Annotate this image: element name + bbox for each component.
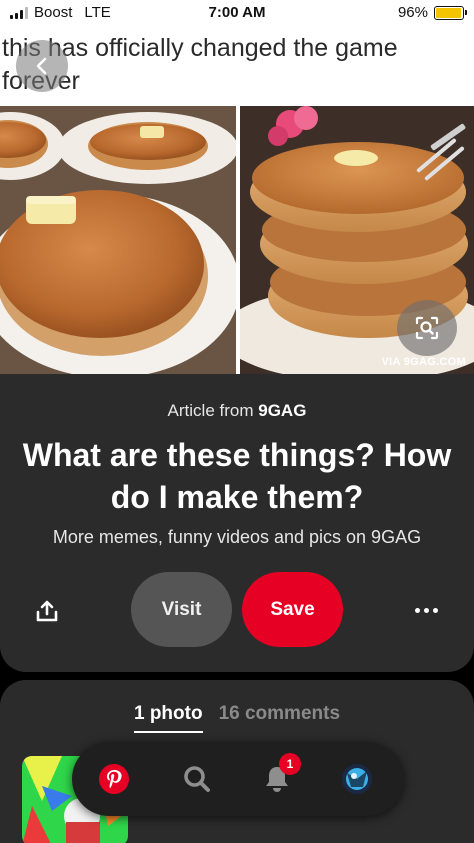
nav-profile[interactable] [340,762,374,796]
tab-comments[interactable]: 16 comments [219,703,340,733]
notification-badge: 1 [279,753,301,775]
pin-description: More memes, funny videos and pics on 9GA… [52,527,422,547]
tab-photos[interactable]: 1 photo [133,703,203,733]
battery-icon [434,5,467,20]
more-options-button[interactable] [408,598,444,622]
pin-info-card: Article from 9GAG What are these things?… [0,374,474,672]
back-button[interactable] [16,40,68,92]
share-button[interactable] [30,596,64,626]
battery-percent: 96% [397,4,428,21]
tabs: 1 photo 16 comments [0,703,474,733]
status-bar: Boost LTE 7:00 AM 96% [0,0,474,26]
visit-button[interactable]: Visit [131,572,232,647]
pin-title: What are these things? How do I make the… [22,437,452,515]
battery-fill [436,7,461,18]
status-right: 96% [397,4,467,21]
pancake-photo-left [0,106,236,374]
pinterest-logo-icon [99,764,129,794]
nav-home[interactable] [97,762,131,796]
avatar-icon [342,764,372,794]
article-source-link[interactable]: 9GAG [258,401,306,420]
article-prefix: Article from [167,401,254,420]
visual-search-icon [415,316,439,340]
save-button[interactable]: Save [242,572,343,647]
bottom-nav: 1 [72,742,404,816]
nav-notifications[interactable]: 1 [260,753,301,796]
meme-caption: this has officially changed the game for… [2,34,398,95]
watermark: VIA 9GAG.COM [381,356,466,368]
pancake-illustration-left [0,106,236,374]
chevron-left-icon [36,57,47,75]
share-icon [36,600,58,622]
article-source-line: Article from 9GAG [0,401,474,421]
visual-search-button[interactable] [397,300,457,356]
nav-search[interactable] [180,762,214,796]
more-dots-icon [414,607,420,613]
search-icon [184,766,210,792]
